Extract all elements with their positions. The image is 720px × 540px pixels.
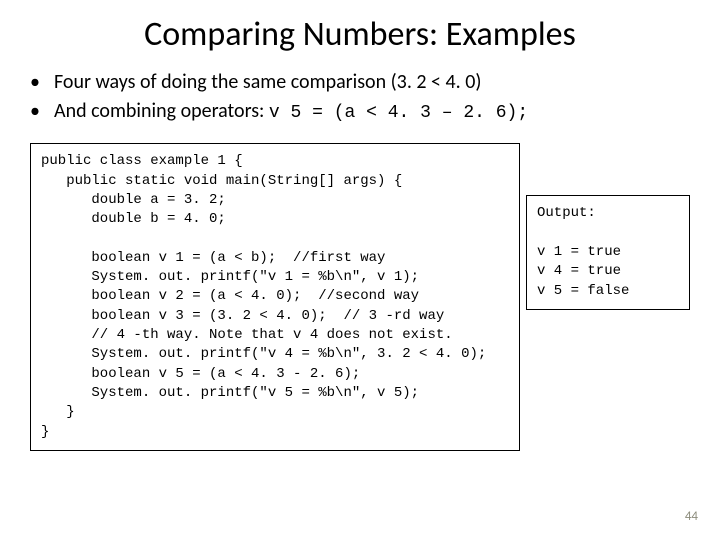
bullet-item: • Four ways of doing the same comparison… (54, 69, 690, 96)
output-block: Output: v 1 = true v 4 = true v 5 = fals… (526, 195, 690, 310)
code-block: public class example 1 { public static v… (30, 143, 520, 451)
bullet-inline-code: v 5 = (a < 4. 3 – 2. 6); (269, 103, 528, 123)
content-area: public class example 1 { public static v… (0, 137, 720, 451)
bullet-prefix: And combining operators: (54, 99, 269, 123)
bullet-dot-icon: • (30, 69, 54, 96)
bullet-list: • Four ways of doing the same comparison… (0, 69, 720, 137)
page-number: 44 (685, 509, 698, 524)
slide-title: Comparing Numbers: Examples (0, 0, 720, 69)
bullet-text: And combining operators: v 5 = (a < 4. 3… (54, 98, 528, 125)
bullet-dot-icon: • (30, 98, 54, 125)
bullet-text: Four ways of doing the same comparison (… (54, 69, 481, 96)
bullet-item: • And combining operators: v 5 = (a < 4.… (54, 98, 690, 125)
